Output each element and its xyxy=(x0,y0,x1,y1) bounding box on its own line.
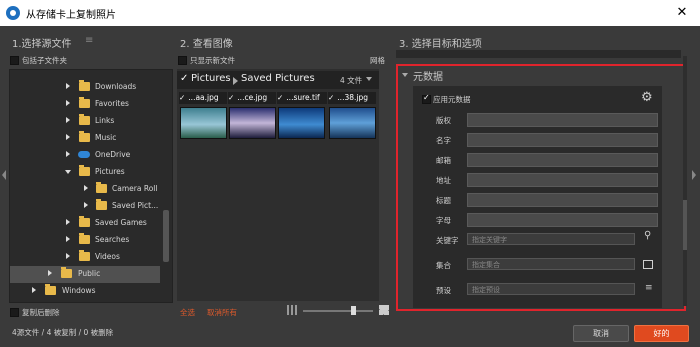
title-label: 标题 xyxy=(436,196,451,205)
thumb-image xyxy=(180,107,227,139)
settings-gear-icon[interactable]: ⚙ xyxy=(641,90,653,105)
thumb-size-slider-handle[interactable] xyxy=(351,306,356,315)
keyword-tool-icon[interactable]: ⚲ xyxy=(644,230,651,241)
set-input[interactable]: 指定集合 xyxy=(467,258,635,270)
only-new-files-label: 只显示新文件 xyxy=(190,56,235,65)
name-field[interactable] xyxy=(467,133,658,147)
set-label: 集合 xyxy=(436,261,451,270)
left-arrow-icon[interactable] xyxy=(2,170,6,180)
include-subfolders-label: 包括子文件夹 xyxy=(22,56,67,65)
thumb-image xyxy=(229,107,276,139)
email-field[interactable] xyxy=(467,153,658,167)
thumb-filename: ...sure.tif xyxy=(286,93,320,102)
target-header: 3. 选择目标和选项 xyxy=(399,39,482,50)
preset-label: 预设 xyxy=(436,286,451,295)
delete-after-copy-checkbox[interactable] xyxy=(10,308,19,317)
preset-input[interactable]: 指定预设 xyxy=(467,283,635,295)
preset-menu-icon[interactable]: ≡ xyxy=(645,283,653,293)
thumb-size-slider[interactable] xyxy=(303,310,373,312)
only-new-files-checkbox[interactable] xyxy=(178,56,187,65)
source-header: 1.选择源文件 xyxy=(12,39,72,50)
ok-button[interactable]: 好的 xyxy=(634,325,689,342)
grid-label[interactable]: 网格 xyxy=(370,55,385,66)
options-scrollbar-thumb[interactable] xyxy=(683,200,687,250)
thumb-checkbox[interactable]: ✓ ...ce.jpg xyxy=(228,92,276,104)
cloud-icon xyxy=(78,151,90,158)
set-stack-icon[interactable] xyxy=(643,260,653,269)
previous-section-bottom xyxy=(396,50,681,58)
name-label: 名字 xyxy=(436,136,451,145)
tree-scrollbar[interactable] xyxy=(162,70,170,302)
path-segment-pictures[interactable]: Pictures xyxy=(191,73,231,84)
title-field[interactable] xyxy=(467,193,658,207)
thumb-image xyxy=(329,107,376,139)
tree-scrollbar-thumb[interactable] xyxy=(163,210,169,262)
email-label: 邮箱 xyxy=(436,156,451,165)
keywords-input[interactable]: 指定关键字 xyxy=(467,233,635,245)
deselect-all-link[interactable]: 取消所有 xyxy=(207,307,237,318)
path-segment-saved-pictures[interactable]: Saved Pictures xyxy=(241,73,315,84)
status-text: 4源文件 / 4 被复制 / 0 被删除 xyxy=(12,328,114,337)
keywords-label: 关键字 xyxy=(436,236,459,245)
window-title: 从存储卡上复制照片 xyxy=(26,10,116,21)
apply-metadata-checkbox[interactable] xyxy=(422,93,431,104)
metadata-section-title[interactable]: 元数据 xyxy=(413,68,443,83)
file-count-dropdown-icon[interactable] xyxy=(366,77,372,81)
include-subfolders-checkbox[interactable] xyxy=(10,56,19,65)
thumb-filename: ...aa.jpg xyxy=(188,93,219,102)
view-header: 2. 查看图像 xyxy=(180,39,233,50)
close-icon[interactable]: ✕ xyxy=(672,4,692,22)
path-separator-icon xyxy=(233,77,238,85)
section-collapse-icon[interactable] xyxy=(402,73,408,77)
app-icon xyxy=(6,6,20,20)
thumb-filename: ...38.jpg xyxy=(337,93,368,102)
file-count: 4 文件 xyxy=(340,76,363,85)
apply-metadata-label: 应用元数据 xyxy=(433,95,471,104)
copyright-field[interactable] xyxy=(467,113,658,127)
grid-size-small-icon[interactable] xyxy=(287,305,297,315)
right-arrow-icon[interactable] xyxy=(692,170,696,180)
address-field[interactable] xyxy=(467,173,658,187)
thumb-image xyxy=(278,107,325,139)
select-all-link[interactable]: 全选 xyxy=(180,307,195,318)
source-menu-icon[interactable]: ≡ xyxy=(85,35,93,46)
letters-field[interactable] xyxy=(467,213,658,227)
thumb-checkbox[interactable]: ✓ ...38.jpg xyxy=(328,92,376,104)
options-scrollbar[interactable] xyxy=(683,56,687,306)
folder-tree[interactable]: Downloads Favorites Links Music OneDrive… xyxy=(9,69,173,303)
grid-size-large-icon[interactable] xyxy=(379,305,389,315)
letters-label: 字母 xyxy=(436,216,451,225)
thumb-checkbox[interactable]: ✓ ...aa.jpg xyxy=(179,92,227,104)
copyright-label: 版权 xyxy=(436,116,451,125)
address-label: 地址 xyxy=(436,176,451,185)
delete-after-copy-label: 复制后删除 xyxy=(22,308,60,317)
thumb-checkbox[interactable]: ✓ ...sure.tif xyxy=(277,92,327,104)
cancel-button[interactable]: 取消 xyxy=(573,325,629,342)
thumb-filename: ...ce.jpg xyxy=(237,93,268,102)
path-checkbox[interactable]: ✓ xyxy=(180,73,188,84)
